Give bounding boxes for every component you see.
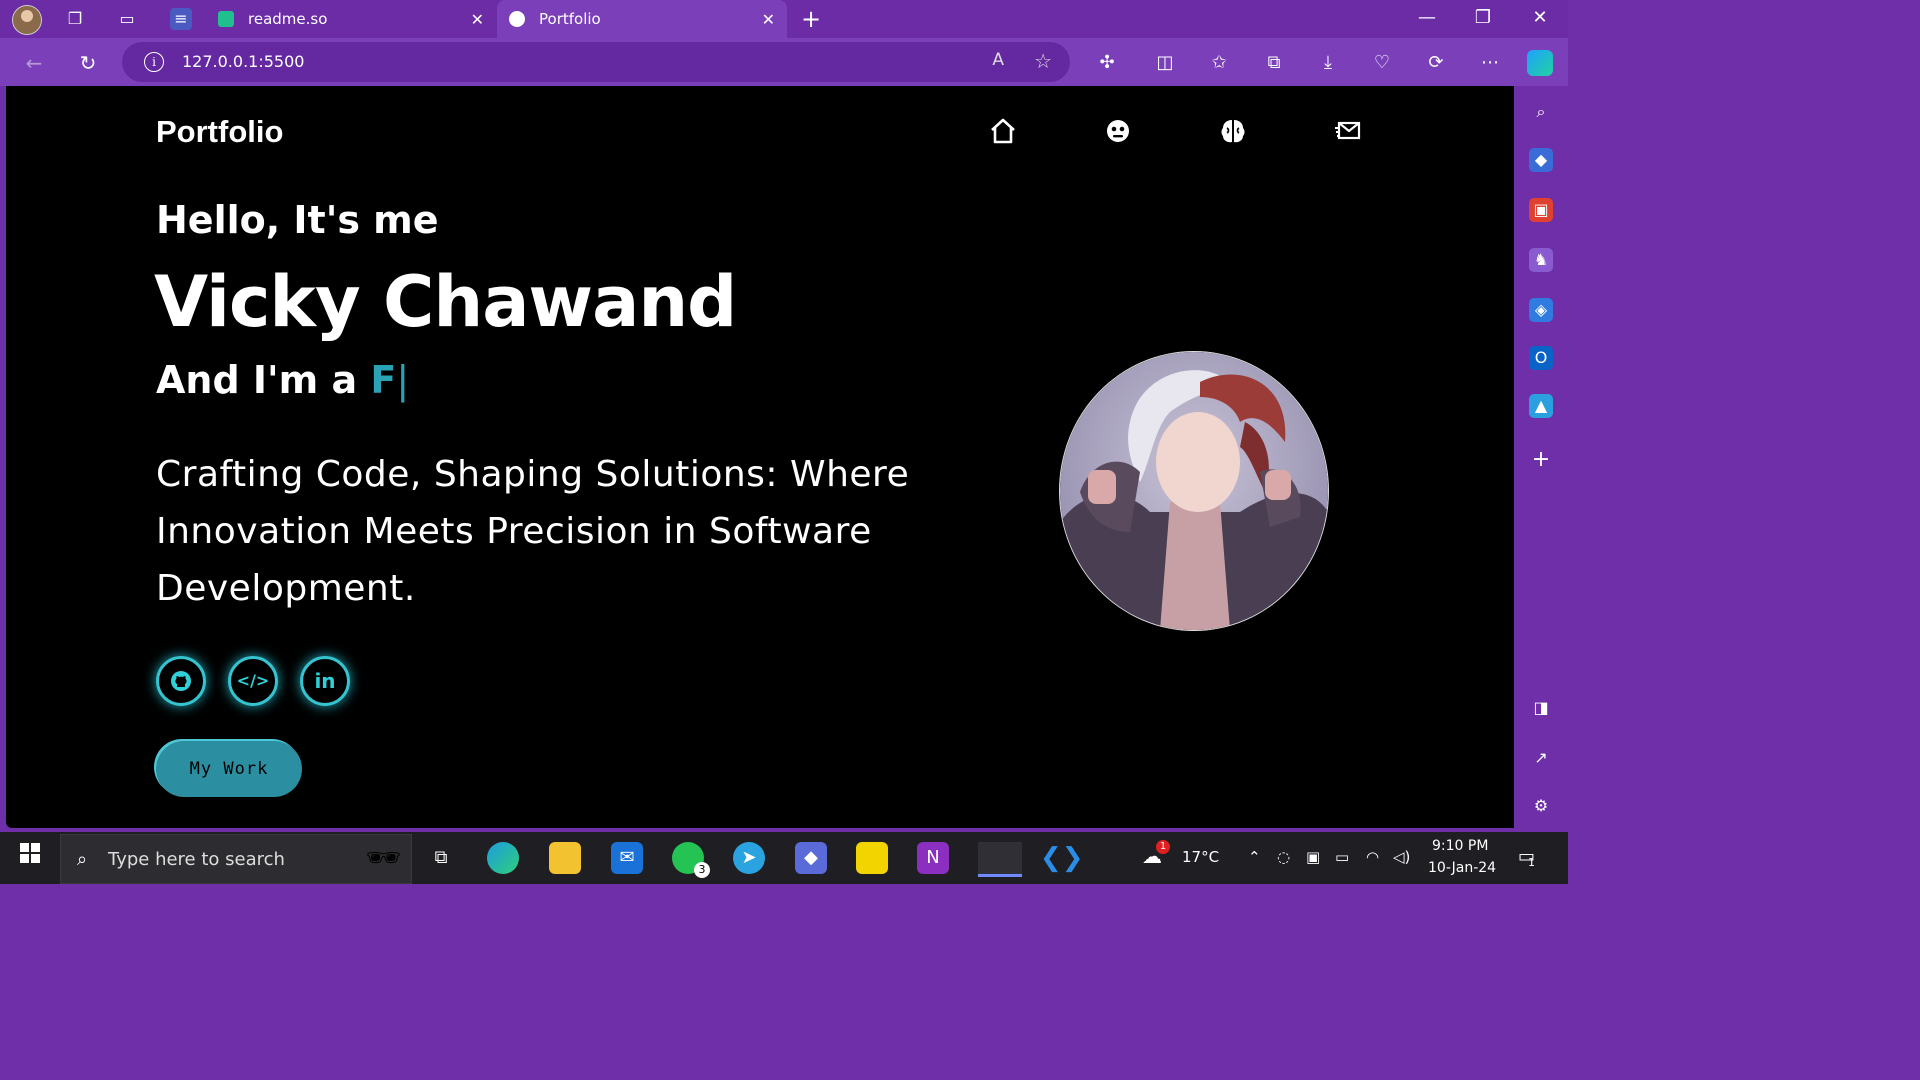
site-logo[interactable]: Portfolio bbox=[156, 114, 283, 150]
windows-taskbar: ⌕ Type here to search 🕶 ⧉ ✉ 3 ➤ ◆ N ❮❯ ☁… bbox=[0, 830, 1568, 884]
tools-icon[interactable]: ▣ bbox=[1529, 198, 1553, 222]
edge-sidebar: ⌕ ◆ ▣ ♞ ◈ O ▲ + ◨ ↗ ⚙ bbox=[1514, 86, 1568, 830]
telegram-icon[interactable]: ➤ bbox=[733, 842, 765, 874]
tab-actions-icon[interactable]: ▭ bbox=[116, 8, 138, 30]
browser-essentials-icon[interactable]: ♡ bbox=[1369, 50, 1395, 76]
minimize-icon[interactable]: — bbox=[1415, 7, 1439, 28]
read-aloud-icon[interactable]: A bbox=[992, 50, 1004, 70]
about-icon[interactable] bbox=[1103, 116, 1133, 146]
edge-app-icon[interactable] bbox=[487, 842, 519, 874]
favorite-star-icon[interactable]: ☆ bbox=[1034, 49, 1052, 73]
close-tab-icon[interactable]: ✕ bbox=[471, 10, 484, 29]
close-window-icon[interactable]: ✕ bbox=[1528, 7, 1552, 28]
role-typed-text: F bbox=[370, 358, 397, 402]
extensions-icon[interactable]: ✣ bbox=[1094, 50, 1120, 76]
github-icon[interactable] bbox=[156, 656, 206, 706]
shopping-icon[interactable]: ◆ bbox=[1529, 148, 1553, 172]
notification-icon[interactable]: ▭ 1 bbox=[1518, 846, 1535, 869]
weather-badge: 1 bbox=[1156, 840, 1170, 854]
taskbar-search[interactable]: ⌕ Type here to search 🕶 bbox=[60, 834, 412, 884]
workspaces-icon[interactable]: ❐ bbox=[64, 8, 86, 30]
battery-icon[interactable]: ▭ bbox=[1335, 848, 1349, 866]
contact-icon[interactable] bbox=[1333, 116, 1363, 146]
whatsapp-icon[interactable]: 3 bbox=[672, 842, 710, 878]
task-view-icon[interactable]: ⧉ bbox=[425, 842, 457, 874]
my-work-button[interactable]: My Work bbox=[156, 741, 302, 797]
search-icon[interactable]: ⌕ bbox=[1529, 100, 1553, 124]
notification-count: 1 bbox=[1528, 856, 1535, 869]
favorites-icon[interactable]: ✩ bbox=[1206, 50, 1232, 76]
profile-image bbox=[1059, 351, 1329, 631]
tagline: Crafting Code, Shaping Solutions: Where … bbox=[156, 454, 910, 609]
home-icon[interactable] bbox=[988, 116, 1018, 146]
close-tab-icon[interactable]: ✕ bbox=[762, 10, 775, 29]
greeting-text: Hello, It's me bbox=[156, 198, 439, 242]
add-sidebar-app-icon[interactable]: + bbox=[1529, 448, 1553, 472]
address-toolbar: ← ↻ i 127.0.0.1:5500 A ☆ ✣ ◫ ✩ ⧉ ⤓ ♡ ⟳ ⋯ bbox=[0, 38, 1568, 86]
sidebar-settings-icon[interactable]: ⚙ bbox=[1529, 794, 1553, 818]
windows-start-icon[interactable] bbox=[14, 842, 46, 874]
wifi-icon[interactable]: ◠ bbox=[1366, 848, 1379, 866]
tab-label: Portfolio bbox=[539, 10, 601, 28]
file-explorer-icon[interactable] bbox=[549, 842, 581, 874]
hero-name: Vicky Chawand bbox=[154, 261, 737, 343]
profile-avatar[interactable] bbox=[12, 5, 42, 35]
role-prefix: And I'm a bbox=[156, 358, 371, 402]
copilot-app-icon[interactable]: ◆ bbox=[795, 842, 827, 874]
open-external-icon[interactable]: ↗ bbox=[1529, 746, 1553, 770]
clock-date[interactable]: 10-Jan-24 bbox=[1428, 860, 1496, 876]
display-icon[interactable]: ▣ bbox=[1306, 848, 1320, 866]
role-line: And I'm a F| bbox=[156, 358, 409, 402]
edge-active-profile-icon[interactable] bbox=[978, 842, 1022, 877]
performance-icon[interactable]: ⟳ bbox=[1423, 50, 1449, 76]
split-screen-icon[interactable]: ◫ bbox=[1152, 50, 1178, 76]
back-icon[interactable]: ← bbox=[21, 50, 47, 76]
collections-toolbar-icon[interactable]: ⧉ bbox=[1261, 50, 1287, 76]
refresh-icon[interactable]: ↻ bbox=[75, 50, 101, 76]
skills-icon[interactable] bbox=[1218, 116, 1248, 146]
restore-icon[interactable]: ❐ bbox=[1471, 7, 1495, 28]
drop-icon[interactable]: ▲ bbox=[1529, 394, 1553, 418]
vscode-icon[interactable]: ❮❯ bbox=[1040, 842, 1084, 874]
search-placeholder: Type here to search bbox=[108, 849, 285, 870]
portfolio-page: Portfolio Hello, It's me Vicky Chawand A… bbox=[6, 86, 1514, 828]
address-bar[interactable]: i 127.0.0.1:5500 A ☆ bbox=[122, 42, 1070, 82]
tab-portfolio[interactable]: Portfolio ✕ bbox=[497, 0, 787, 38]
typing-cursor: | bbox=[396, 358, 410, 402]
search-icon: ⌕ bbox=[77, 849, 88, 870]
whatsapp-badge: 3 bbox=[694, 862, 710, 878]
tab-readme[interactable]: readme.so ✕ bbox=[218, 0, 496, 38]
new-tab-icon[interactable]: + bbox=[800, 7, 822, 31]
url-text[interactable]: 127.0.0.1:5500 bbox=[182, 52, 304, 71]
code-icon[interactable]: </> bbox=[228, 656, 278, 706]
games-icon[interactable]: ♞ bbox=[1529, 248, 1553, 272]
meet-icon[interactable]: ◌ bbox=[1277, 848, 1290, 866]
show-hidden-icons[interactable]: ⌃ bbox=[1248, 848, 1261, 866]
copilot-icon[interactable] bbox=[1527, 50, 1553, 76]
search-highlight-icon: 🕶 bbox=[365, 841, 401, 874]
downloads-icon[interactable]: ⤓ bbox=[1315, 50, 1341, 76]
onenote-icon[interactable]: N bbox=[917, 842, 949, 874]
linkedin-icon[interactable]: in bbox=[300, 656, 350, 706]
readme-favicon-icon bbox=[218, 11, 234, 27]
tab-strip: ❐ ▭ ≡ readme.so ✕ Portfolio ✕ + — ❐ ✕ bbox=[0, 0, 1568, 38]
weather-icon[interactable]: ☁ 1 bbox=[1142, 840, 1170, 868]
portfolio-favicon-icon bbox=[509, 11, 525, 27]
volume-icon[interactable]: ◁) bbox=[1393, 848, 1410, 866]
sticky-notes-icon[interactable] bbox=[856, 842, 888, 874]
tab-label: readme.so bbox=[248, 10, 328, 28]
outlook-icon[interactable]: O bbox=[1529, 346, 1553, 370]
site-info-icon[interactable]: i bbox=[144, 52, 164, 72]
hide-sidebar-icon[interactable]: ◨ bbox=[1529, 696, 1553, 720]
weather-temp[interactable]: 17°C bbox=[1182, 848, 1219, 866]
office-icon[interactable]: ◈ bbox=[1529, 298, 1553, 322]
settings-more-icon[interactable]: ⋯ bbox=[1477, 50, 1503, 76]
mail-icon[interactable]: ✉ bbox=[611, 842, 643, 874]
collections-icon[interactable]: ≡ bbox=[170, 8, 192, 30]
clock-time[interactable]: 9:10 PM bbox=[1432, 838, 1488, 854]
